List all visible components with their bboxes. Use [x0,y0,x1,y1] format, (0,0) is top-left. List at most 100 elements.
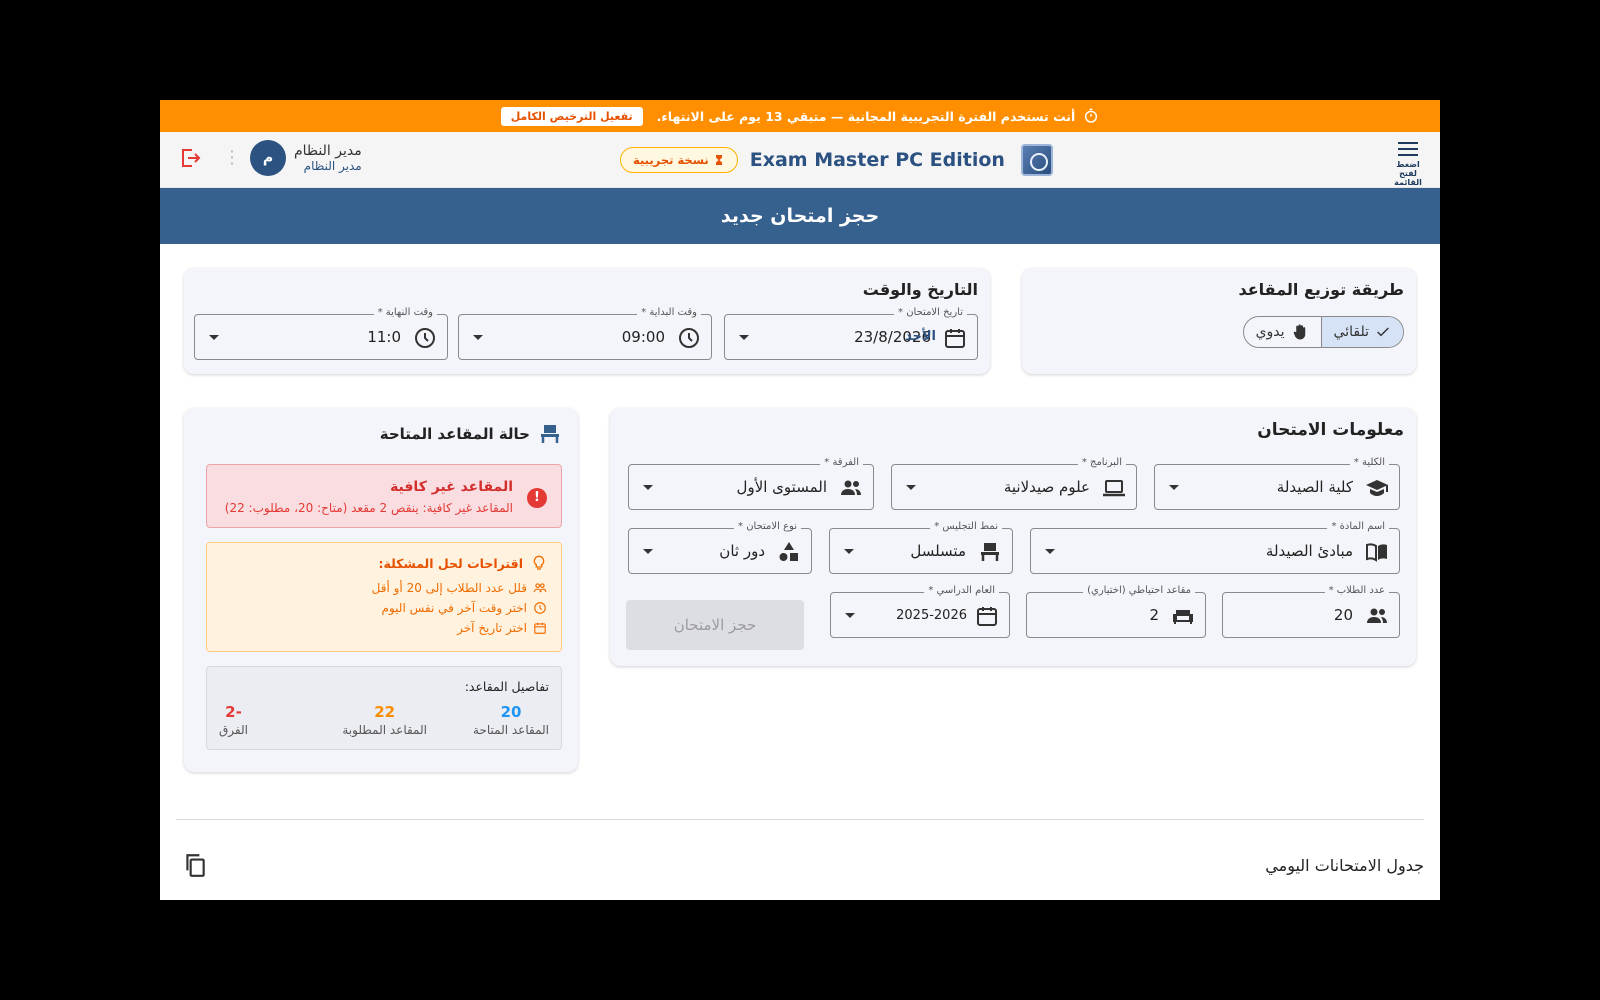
shapes-icon [779,542,798,561]
seat-method-manual-label: يدوي [1255,324,1285,340]
datetime-title: التاريخ والوقت [862,280,978,299]
clock-icon [415,328,435,348]
avatar[interactable]: م [250,140,286,176]
chevron-down-icon[interactable] [906,485,916,490]
seat-status-title: حالة المقاعد المتاحة [380,422,562,446]
exam-type-select[interactable]: نوع الامتحان * دور ثان [628,521,812,574]
seat-method-auto[interactable]: تلقائي [1320,317,1403,347]
subject-label: اسم المادة * [1327,521,1389,532]
seat-difference-stat: -2 الفرق [219,703,248,737]
clock-icon [534,602,546,614]
seat-icon [541,425,559,443]
user-area: ⋮ م مدير النظام مدير النظام [174,140,362,176]
chevron-down-icon[interactable] [643,549,653,554]
suggestion-text: اختر تاريخ آخر [457,621,527,635]
exam-type-label: نوع الامتحان * [734,521,801,532]
chevron-down-icon[interactable] [1045,549,1055,554]
college-label: الكلية * [1349,457,1389,468]
students-value: 20 [1333,606,1353,624]
suggestion-item: قلل عدد الطلاب إلى 20 أو أقل [372,581,547,595]
students-count-field[interactable]: عدد الطلاب * 20 [1222,585,1400,638]
day-name: الأحد [905,329,937,344]
seat-details-title: تفاصيل المقاعد: [464,679,549,694]
college-select[interactable]: الكلية * كلية الصيدلة [1154,457,1400,510]
seat-difference-value: -2 [225,703,242,721]
daily-schedule-title: جدول الامتحانات اليومي [1265,856,1424,875]
brand: نسخة تجريبية Exam Master PC Edition [620,144,1053,176]
required-seats-stat: 22 المقاعد المطلوبة [342,703,427,737]
end-time-label: وقت النهاية * [373,307,437,318]
seat-method-toggle: تلقائي يدوي [1242,316,1404,348]
exam-date-label: تاريخ الامتحان * [894,307,967,318]
app-logo-icon [1020,144,1053,176]
book-exam-button[interactable]: حجز الامتحان [626,600,804,650]
seating-select[interactable]: نمط التجليس * متسلسل [829,521,1013,574]
group-select[interactable]: الفرقة * المستوى الأول [628,457,874,510]
seat-method-manual[interactable]: يدوي [1244,317,1321,347]
clock-icon [679,328,699,348]
group-icon [533,583,547,593]
calendar-icon [977,607,997,626]
suggestions-header: اقتراحات لحل المشكلة: [379,555,548,571]
seat-method-card: طريقة توزيع المقاعد تلقائي يدوي [1022,268,1416,374]
calendar-icon [945,329,965,348]
chevron-down-icon[interactable] [845,613,855,618]
app-window: أنت تستخدم الفترة التجريبية المجانية — م… [160,100,1440,900]
exam-date-field[interactable]: تاريخ الامتحان * 23/8/2026 الأحد [724,307,978,360]
menu-button[interactable]: اضغط لفتح القائمة [1388,140,1428,187]
seat-method-title: طريقة توزيع المقاعد [1238,280,1405,299]
app-bar: اضغط لفتح القائمة نسخة تجريبية Exam Mast… [160,132,1440,188]
check-icon [1377,327,1389,337]
book-icon [1366,543,1387,562]
program-select[interactable]: البرنامج * علوم صيدلانية [891,457,1137,510]
start-time-field[interactable]: وقت البداية * 09:00 [458,307,712,360]
suggestion-text: اختر وقت آخر في نفس اليوم [381,601,527,615]
more-options-icon[interactable]: ⋮ [220,149,244,167]
seat-status-title-text: حالة المقاعد المتاحة [379,425,530,443]
available-seats-label: المقاعد المتاحة [473,723,549,737]
required-seats-label: المقاعد المطلوبة [342,723,427,737]
seat-details-box: تفاصيل المقاعد: 20 المقاعد المتاحة 22 ال… [206,666,562,750]
hand-icon [1293,324,1305,340]
subject-select[interactable]: اسم المادة * مبادئ الصيدلة [1030,521,1400,574]
chevron-down-icon[interactable] [844,549,854,554]
reserve-seats-field[interactable]: مقاعد احتياطي (اختياري) 2 [1026,585,1206,638]
start-time-label: وقت البداية * [637,307,701,318]
error-detail: المقاعد غير كافية: ينقص 2 مقعد (متاح: 20… [224,501,513,515]
trial-message-group: أنت تستخدم الفترة التجريبية المجانية — م… [657,108,1100,124]
user-name: مدير النظام [294,143,362,159]
suggestions-box: اقتراحات لحل المشكلة: قلل عدد الطلاب إلى… [206,542,562,652]
menu-hint: اضغط لفتح القائمة [1394,160,1422,187]
chevron-down-icon[interactable] [643,485,653,490]
group-label: الفرقة * [820,457,863,468]
lightbulb-icon [533,555,545,570]
suggestion-item: اختر وقت آخر في نفس اليوم [382,601,547,615]
exam-info-title: معلومات الامتحان [1257,420,1404,440]
people-icon [841,480,861,495]
seat-method-auto-label: تلقائي [1333,324,1369,340]
user-role: مدير النظام [303,159,362,173]
available-seats-value: 20 [500,703,522,721]
trial-message: أنت تستخدم الفترة التجريبية المجانية — م… [656,108,1076,124]
laptop-icon [1103,480,1125,497]
chevron-down-icon[interactable] [473,335,483,340]
hamburger-icon [1398,142,1418,156]
copy-icon[interactable] [182,852,208,878]
reserve-label: مقاعد احتياطي (اختياري) [1083,585,1195,596]
logout-icon[interactable] [178,146,202,170]
seating-value: متسلسل [910,542,966,560]
exam-type-value: دور ثان [719,542,765,560]
subject-value: مبادئ الصيدلة [1265,542,1353,560]
year-label: العام الدراسي * [924,585,999,596]
chevron-down-icon[interactable] [1169,485,1179,490]
activate-license-button[interactable]: تفعيل الترخيص الكامل [500,106,643,126]
seat-status-card: حالة المقاعد المتاحة ! المقاعد غير كافية… [184,408,578,772]
chevron-down-icon[interactable] [209,335,219,340]
timer-icon [1085,108,1098,123]
year-value: 2025-2026 [896,608,967,623]
chevron-down-icon[interactable] [739,335,749,340]
academic-year-select[interactable]: العام الدراسي * 2025-2026 [830,585,1010,638]
trial-badge-label: نسخة تجريبية [633,153,709,167]
end-time-field[interactable]: وقت النهاية * 11:0 [194,307,448,360]
page-title: حجز امتحان جديد [160,188,1440,244]
